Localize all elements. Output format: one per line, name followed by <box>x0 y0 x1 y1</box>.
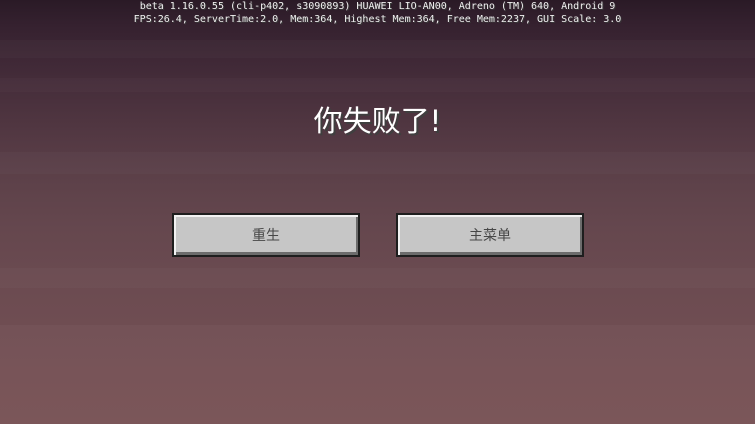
background-band <box>0 325 755 424</box>
main-menu-button[interactable]: 主菜单 <box>396 213 584 257</box>
background-band <box>0 40 755 58</box>
respawn-button[interactable]: 重生 <box>172 213 360 257</box>
main-menu-button-label: 主菜单 <box>469 228 511 244</box>
background-band <box>0 78 755 92</box>
debug-overlay: beta 1.16.0.55 (cli-p402, s3090893) HUAW… <box>0 0 755 26</box>
background-band <box>0 268 755 288</box>
debug-stats-line: FPS:26.4, ServerTime:2.0, Mem:364, Highe… <box>133 14 622 25</box>
debug-version-line: beta 1.16.0.55 (cli-p402, s3090893) HUAW… <box>139 1 616 12</box>
background-band <box>0 152 755 174</box>
respawn-button-label: 重生 <box>252 228 280 244</box>
death-title: 你失败了! <box>313 104 442 138</box>
